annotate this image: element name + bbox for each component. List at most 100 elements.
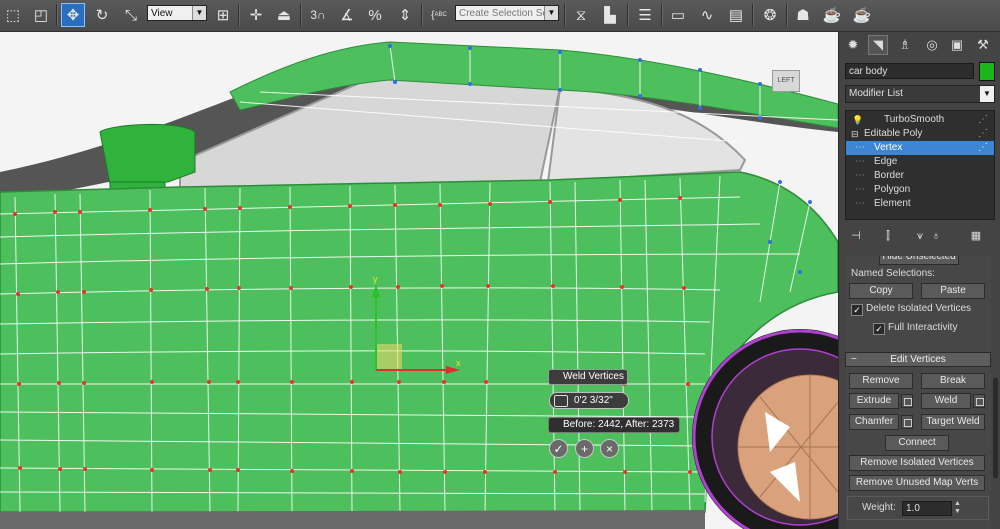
chamfer-settings-icon[interactable] [901,415,913,429]
mirror-icon[interactable]: ⧖ [569,3,593,27]
chevron-down-icon: ▼ [980,86,994,102]
caddy-cancel-button[interactable]: × [600,439,619,458]
pin-stack-icon[interactable]: ⊣ [847,227,865,245]
remove-modifier-icon[interactable]: ♁ [927,227,945,245]
reference-coordinate-select[interactable]: View ▼ [147,5,207,21]
edit-vertices-rollout-header[interactable]: − Edit Vertices [845,352,991,367]
stack-item-border[interactable]: ⋯ Border [846,169,994,183]
collapse-icon[interactable]: ⊟ [851,127,859,141]
show-end-result-icon[interactable]: ⫿ [879,227,897,245]
view-cube[interactable]: LEFT [772,70,800,92]
weld-caddy-title: Weld Vertices [548,369,628,385]
modifier-list-select[interactable]: Modifier List ▼ [845,85,995,103]
command-panel-tabs: ✹ ◥ ♗ ◎ ▣ ⚒ [843,35,999,55]
configure-modifier-sets-icon[interactable]: ▦ [967,227,985,245]
command-panel: ✹ ◥ ♗ ◎ ▣ ⚒ car body Modifier List ▼ 💡 T… [838,32,1000,529]
axis-y-label: y [373,274,378,284]
command-panel-scrollbar[interactable] [993,378,998,478]
target-weld-button[interactable]: Target Weld [921,414,985,430]
full-interactivity-label: Full Interactivity [888,322,958,333]
chevron-down-icon: ▼ [192,6,206,20]
delete-isolated-checkbox[interactable]: ✓ [851,304,863,316]
align-icon[interactable]: ▙ [598,3,622,27]
extrude-settings-icon[interactable] [901,394,913,408]
connect-button[interactable]: Connect [885,435,949,451]
weight-spinner[interactable]: 1.0 [902,501,952,516]
modifier-stack[interactable]: 💡 TurboSmooth ⋰ ⊟ Editable Poly ⋰ ⋯ Vert… [845,110,995,220]
modify-tab-icon[interactable]: ◥ [868,35,888,55]
show-end-result-icon: ⋰ [978,114,988,125]
curve-editor-icon[interactable]: ∿ [695,3,719,27]
close-icon: × [605,442,613,456]
break-button[interactable]: Break [921,373,985,389]
stack-item-turbosmooth[interactable]: 💡 TurboSmooth ⋰ [846,113,994,127]
full-interactivity-checkbox[interactable]: ✓ [873,323,885,335]
extrude-button[interactable]: Extrude [849,393,899,409]
axis-x-label: x [456,358,461,368]
spinner-snap-icon[interactable]: ⇕ [393,3,417,27]
stack-item-edge[interactable]: ⋯ Edge [846,155,994,169]
show-end-result-icon: ⋰ [978,128,988,139]
object-name-field[interactable]: car body [845,63,974,79]
named-selection-sets-select[interactable]: Create Selection Se ▼ [455,5,559,21]
select-scale-icon[interactable]: ⤡ [119,3,143,27]
stack-item-element[interactable]: ⋯ Element [846,197,994,211]
remove-unused-map-verts-button[interactable]: Remove Unused Map Verts [849,475,985,491]
stack-item-editable-poly[interactable]: ⊟ Editable Poly ⋰ [846,127,994,141]
material-editor-icon[interactable]: ❂ [758,3,782,27]
create-tab-icon[interactable]: ✹ [843,35,863,55]
viewport-left[interactable]: y x LEFT Weld Vertices 0'2 3/32" Before:… [0,32,838,529]
stack-item-vertex[interactable]: ⋯ Vertex ⋰ [846,141,994,155]
select-rotate-icon[interactable]: ↻ [90,3,114,27]
threshold-icon [554,395,568,407]
caddy-ok-button[interactable]: ✓ [549,439,568,458]
edit-named-selections-icon[interactable]: {ABC [427,3,451,27]
graphite-tools-icon[interactable]: ▭ [666,3,690,27]
rocker-shadow [0,510,705,529]
schematic-view-icon[interactable]: ▤ [724,3,748,27]
checkmark-icon: ✓ [553,442,564,456]
motion-tab-icon[interactable]: ◎ [922,35,942,55]
spinner-arrows-icon[interactable]: ▲ ▼ [954,500,961,516]
hierarchy-tab-icon[interactable]: ♗ [895,35,915,55]
pivot-center-icon[interactable]: ⊞ [211,3,235,27]
chevron-down-icon: ▼ [544,6,558,20]
weld-result-readout: Before: 2442, After: 2373 [548,417,680,433]
weld-settings-icon[interactable] [973,394,985,408]
weight-group: Weight: 1.0 ▲ ▼ [847,496,989,520]
lightbulb-icon[interactable]: 💡 [852,113,863,127]
angle-snap-icon[interactable]: ∡ [335,3,359,27]
modifier-rollouts: Hide Unselected Named Selections: Copy P… [845,256,991,529]
keyboard-shortcut-icon[interactable]: ⏏ [272,3,296,27]
render-setup-icon[interactable]: ☗ [791,3,815,27]
remove-isolated-vertices-button[interactable]: Remove Isolated Vertices [849,455,985,471]
main-toolbar: ⬚ ◰ ✥ ↻ ⤡ View ▼ ⊞ ✛ ⏏ 3 ∩ ∡ % ⇕ {ABC Cre… [0,0,1000,32]
display-tab-icon[interactable]: ▣ [947,35,967,55]
copy-button[interactable]: Copy [849,283,913,299]
weld-button[interactable]: Weld [921,393,971,409]
stack-item-polygon[interactable]: ⋯ Polygon [846,183,994,197]
render-production-icon[interactable]: ☕ [850,3,874,27]
select-region-icon[interactable]: ⬚ [1,3,25,27]
delete-isolated-label: Delete Isolated Vertices [866,303,972,314]
window-crossing-icon[interactable]: ◰ [29,3,53,27]
paste-button[interactable]: Paste [921,283,985,299]
side-mirror-mesh [99,123,196,185]
show-end-result-icon: ⋰ [978,142,988,153]
utilities-tab-icon[interactable]: ⚒ [973,35,993,55]
caddy-apply-button[interactable]: + [575,439,594,458]
mesh-canvas[interactable]: y x [0,32,838,529]
manipulate-icon[interactable]: ✛ [244,3,268,27]
weld-threshold-field[interactable]: 0'2 3/32" [549,392,629,409]
hide-unselected-button[interactable]: Hide Unselected [879,256,959,265]
chamfer-button[interactable]: Chamfer [849,414,899,430]
remove-button[interactable]: Remove [849,373,913,389]
percent-snap-icon[interactable]: % [363,3,387,27]
rendered-frame-icon[interactable]: ☕ [820,3,844,27]
object-color-swatch[interactable] [979,62,995,81]
snaps-toggle-icon[interactable]: 3 ∩ [306,3,330,27]
named-selections-label: Named Selections: [851,268,935,279]
select-move-icon[interactable]: ✥ [61,3,85,27]
plus-icon: + [580,442,588,456]
layer-manager-icon[interactable]: ☰ [633,3,657,27]
